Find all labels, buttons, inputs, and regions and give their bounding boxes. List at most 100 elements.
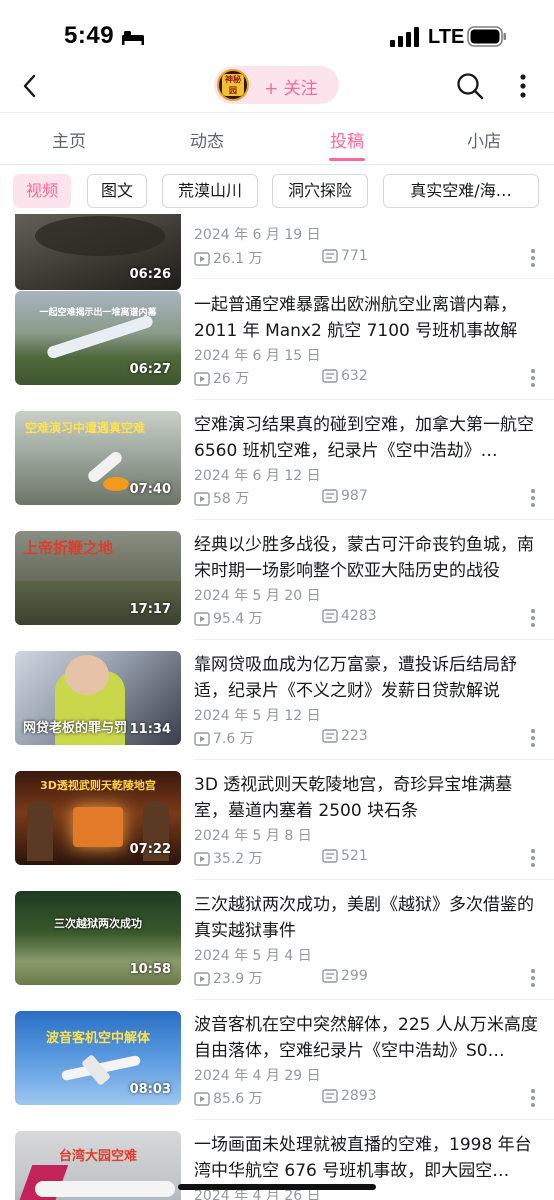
- play-count-icon: [194, 492, 210, 506]
- chip-air-disasters[interactable]: 真实空难/海…: [383, 174, 539, 208]
- item-more-icon[interactable]: [530, 608, 536, 628]
- profile-tabs: 主页 动态 投稿 小店: [0, 114, 554, 164]
- video-title[interactable]: 一场画面未处理就被直播的空难，1998 年台湾中华航空 676 号班机事故，即大…: [194, 1132, 538, 1184]
- video-thumbnail[interactable]: 三次越狱两次成功 10:58: [15, 891, 181, 985]
- thumbnail-caption: 上帝折鞭之地: [23, 539, 114, 557]
- video-item[interactable]: 上帝折鞭之地 17:17 经典以少胜多战役，蒙古可汗命丧钓鱼城，南宋时期一场影响…: [0, 520, 554, 640]
- thumbnail-caption: 波音客机空中解体: [45, 1031, 150, 1046]
- video-item[interactable]: 一起空难揭示出一堆离谱内幕 06:27 一起普通空难暴露出欧洲航空业离谱内幕，2…: [0, 280, 554, 400]
- item-more-icon[interactable]: [530, 968, 536, 988]
- video-item[interactable]: 波音客机空中解体 08:03 波音客机在空中突然解体，225 人从万米高度自由落…: [0, 1000, 554, 1120]
- video-item[interactable]: 空难演习中遭遇真空难 07:40 空难演习结果真的碰到空难，加拿大第一航空 65…: [0, 400, 554, 520]
- item-more-icon[interactable]: [530, 248, 536, 268]
- video-item[interactable]: 三次越狱两次成功 10:58 三次越狱两次成功，美剧《越狱》多次借鉴的真实越狱事…: [0, 880, 554, 1000]
- item-more-icon[interactable]: [530, 848, 536, 868]
- tab-home[interactable]: 主页: [29, 127, 109, 152]
- video-thumbnail[interactable]: 上帝折鞭之地 17:17: [15, 531, 181, 625]
- item-divider: [194, 278, 554, 279]
- app-root: 5:49 LTE 神秘园 + 关注 主页 动态 投稿 小店 视频 图文 荒漠山川…: [0, 0, 554, 1200]
- chip-caves[interactable]: 洞穴探险: [272, 174, 368, 208]
- view-count-value: 26 万: [213, 371, 250, 387]
- video-thumbnail[interactable]: 波音客机空中解体 08:03: [15, 1011, 181, 1105]
- video-thumbnail[interactable]: 06:26: [15, 214, 181, 290]
- sleep-focus-icon: [122, 31, 144, 45]
- item-more-icon[interactable]: [530, 728, 536, 748]
- avatar-text: 神秘园: [222, 74, 244, 96]
- video-thumbnail[interactable]: 网贷老板的罪与罚 11:34: [15, 651, 181, 745]
- item-more-icon[interactable]: [530, 488, 536, 508]
- video-item[interactable]: 网贷老板的罪与罚 11:34 靠网贷吸血成为亿万富豪，遭投诉后结局舒适，纪录片《…: [0, 640, 554, 760]
- thumbnail-caption: 三次越狱两次成功: [54, 917, 142, 930]
- video-thumbnail[interactable]: 一起空难揭示出一堆离谱内幕 06:27: [15, 291, 181, 385]
- video-date: 2024 年 5 月 8 日: [194, 828, 312, 844]
- view-count-value: 58 万: [213, 491, 250, 507]
- filter-chips: 视频 图文 荒漠山川 洞穴探险 真实空难/海…: [0, 170, 554, 214]
- comment-count-value: 223: [341, 728, 368, 744]
- comment-count: 521: [322, 848, 368, 864]
- view-count: 26.1 万: [194, 248, 263, 268]
- comment-count-value: 521: [341, 848, 368, 864]
- home-indicator[interactable]: [178, 1184, 376, 1190]
- status-time: 5:49: [64, 22, 115, 49]
- danmaku-icon: [322, 249, 338, 263]
- video-title[interactable]: 空难演习结果真的碰到空难，加拿大第一航空 6560 班机空难，纪录片《空中浩劫》…: [194, 412, 538, 464]
- view-count-value: 23.9 万: [213, 971, 263, 987]
- video-title[interactable]: 波音客机在空中突然解体，225 人从万米高度自由落体，空难纪录片《空中浩劫》S0…: [194, 1012, 538, 1064]
- status-bar: 5:49 LTE: [0, 0, 554, 62]
- item-more-icon[interactable]: [530, 368, 536, 388]
- danmaku-icon: [322, 369, 338, 383]
- uploader-avatar[interactable]: 神秘园: [217, 69, 249, 101]
- view-count: 26 万: [194, 368, 249, 388]
- follow-button[interactable]: 神秘园 + 关注: [214, 66, 339, 104]
- view-count-value: 7.6 万: [213, 731, 254, 747]
- video-date: 2024 年 6 月 12 日: [194, 468, 321, 484]
- play-count-icon: [194, 852, 210, 866]
- play-count-icon: [194, 972, 210, 986]
- video-thumbnail[interactable]: 3D透视武则天乾陵地宫 07:22: [15, 771, 181, 865]
- chip-video[interactable]: 视频: [13, 174, 71, 208]
- view-count: 95.4 万: [194, 608, 263, 628]
- comment-count: 987: [322, 488, 368, 504]
- danmaku-icon: [322, 609, 338, 623]
- comment-count: 4283: [322, 608, 377, 624]
- thumbnail-caption: 网贷老板的罪与罚: [23, 721, 128, 736]
- more-options-icon[interactable]: [518, 72, 528, 100]
- video-duration: 08:03: [129, 1082, 171, 1097]
- danmaku-icon: [322, 729, 338, 743]
- network-type: LTE: [428, 26, 465, 48]
- comment-count-value: 632: [341, 368, 368, 384]
- view-count: 35.2 万: [194, 848, 263, 868]
- play-count-icon: [194, 252, 210, 266]
- video-title[interactable]: 靠网贷吸血成为亿万富豪，遭投诉后结局舒适，纪录片《不义之财》发薪日贷款解说: [194, 652, 538, 704]
- battery-icon: [467, 26, 506, 47]
- comment-count: 632: [322, 368, 368, 384]
- video-title[interactable]: 经典以少胜多战役，蒙古可汗命丧钓鱼城，南宋时期一场影响整个欧亚大陆历史的战役: [194, 532, 538, 584]
- comment-count-value: 4283: [341, 608, 377, 624]
- video-title[interactable]: 3D 透视武则天乾陵地宫，奇珍异宝堆满墓室，墓道内塞着 2500 块石条: [194, 772, 538, 824]
- video-duration: 10:58: [129, 962, 171, 977]
- comment-count-value: 299: [341, 968, 368, 984]
- play-count-icon: [194, 372, 210, 386]
- back-arrow-icon[interactable]: [18, 73, 44, 99]
- tab-submissions[interactable]: 投稿: [307, 127, 387, 152]
- video-thumbnail[interactable]: 台湾大园空难: [15, 1131, 181, 1200]
- video-thumbnail[interactable]: 空难演习中遭遇真空难 07:40: [15, 411, 181, 505]
- comment-count: 2893: [322, 1088, 377, 1104]
- active-tab-indicator: [329, 158, 365, 161]
- tab-dynamics[interactable]: 动态: [167, 127, 247, 152]
- search-icon[interactable]: [456, 72, 484, 100]
- chip-graphic[interactable]: 图文: [87, 174, 147, 208]
- video-title[interactable]: 三次越狱两次成功，美剧《越狱》多次借鉴的真实越狱事件: [194, 892, 538, 944]
- comment-count: 223: [322, 728, 368, 744]
- chip-deserts[interactable]: 荒漠山川: [162, 174, 258, 208]
- video-item[interactable]: 06:26 2024 年 6 月 19 日 26.1 万 771: [0, 214, 554, 290]
- top-nav-bar: 神秘园 + 关注: [0, 62, 554, 112]
- tab-shop[interactable]: 小店: [444, 127, 524, 152]
- item-more-icon[interactable]: [530, 1088, 536, 1108]
- video-date: 2024 年 5 月 12 日: [194, 708, 321, 724]
- comment-count: 299: [322, 968, 368, 984]
- view-count: 58 万: [194, 488, 249, 508]
- video-item[interactable]: 3D透视武则天乾陵地宫 07:22 3D 透视武则天乾陵地宫，奇珍异宝堆满墓室，…: [0, 760, 554, 880]
- cellular-signal-icon: [390, 27, 419, 47]
- video-title[interactable]: 一起普通空难暴露出欧洲航空业离谱内幕，2011 年 Manx2 航空 7100 …: [194, 292, 538, 344]
